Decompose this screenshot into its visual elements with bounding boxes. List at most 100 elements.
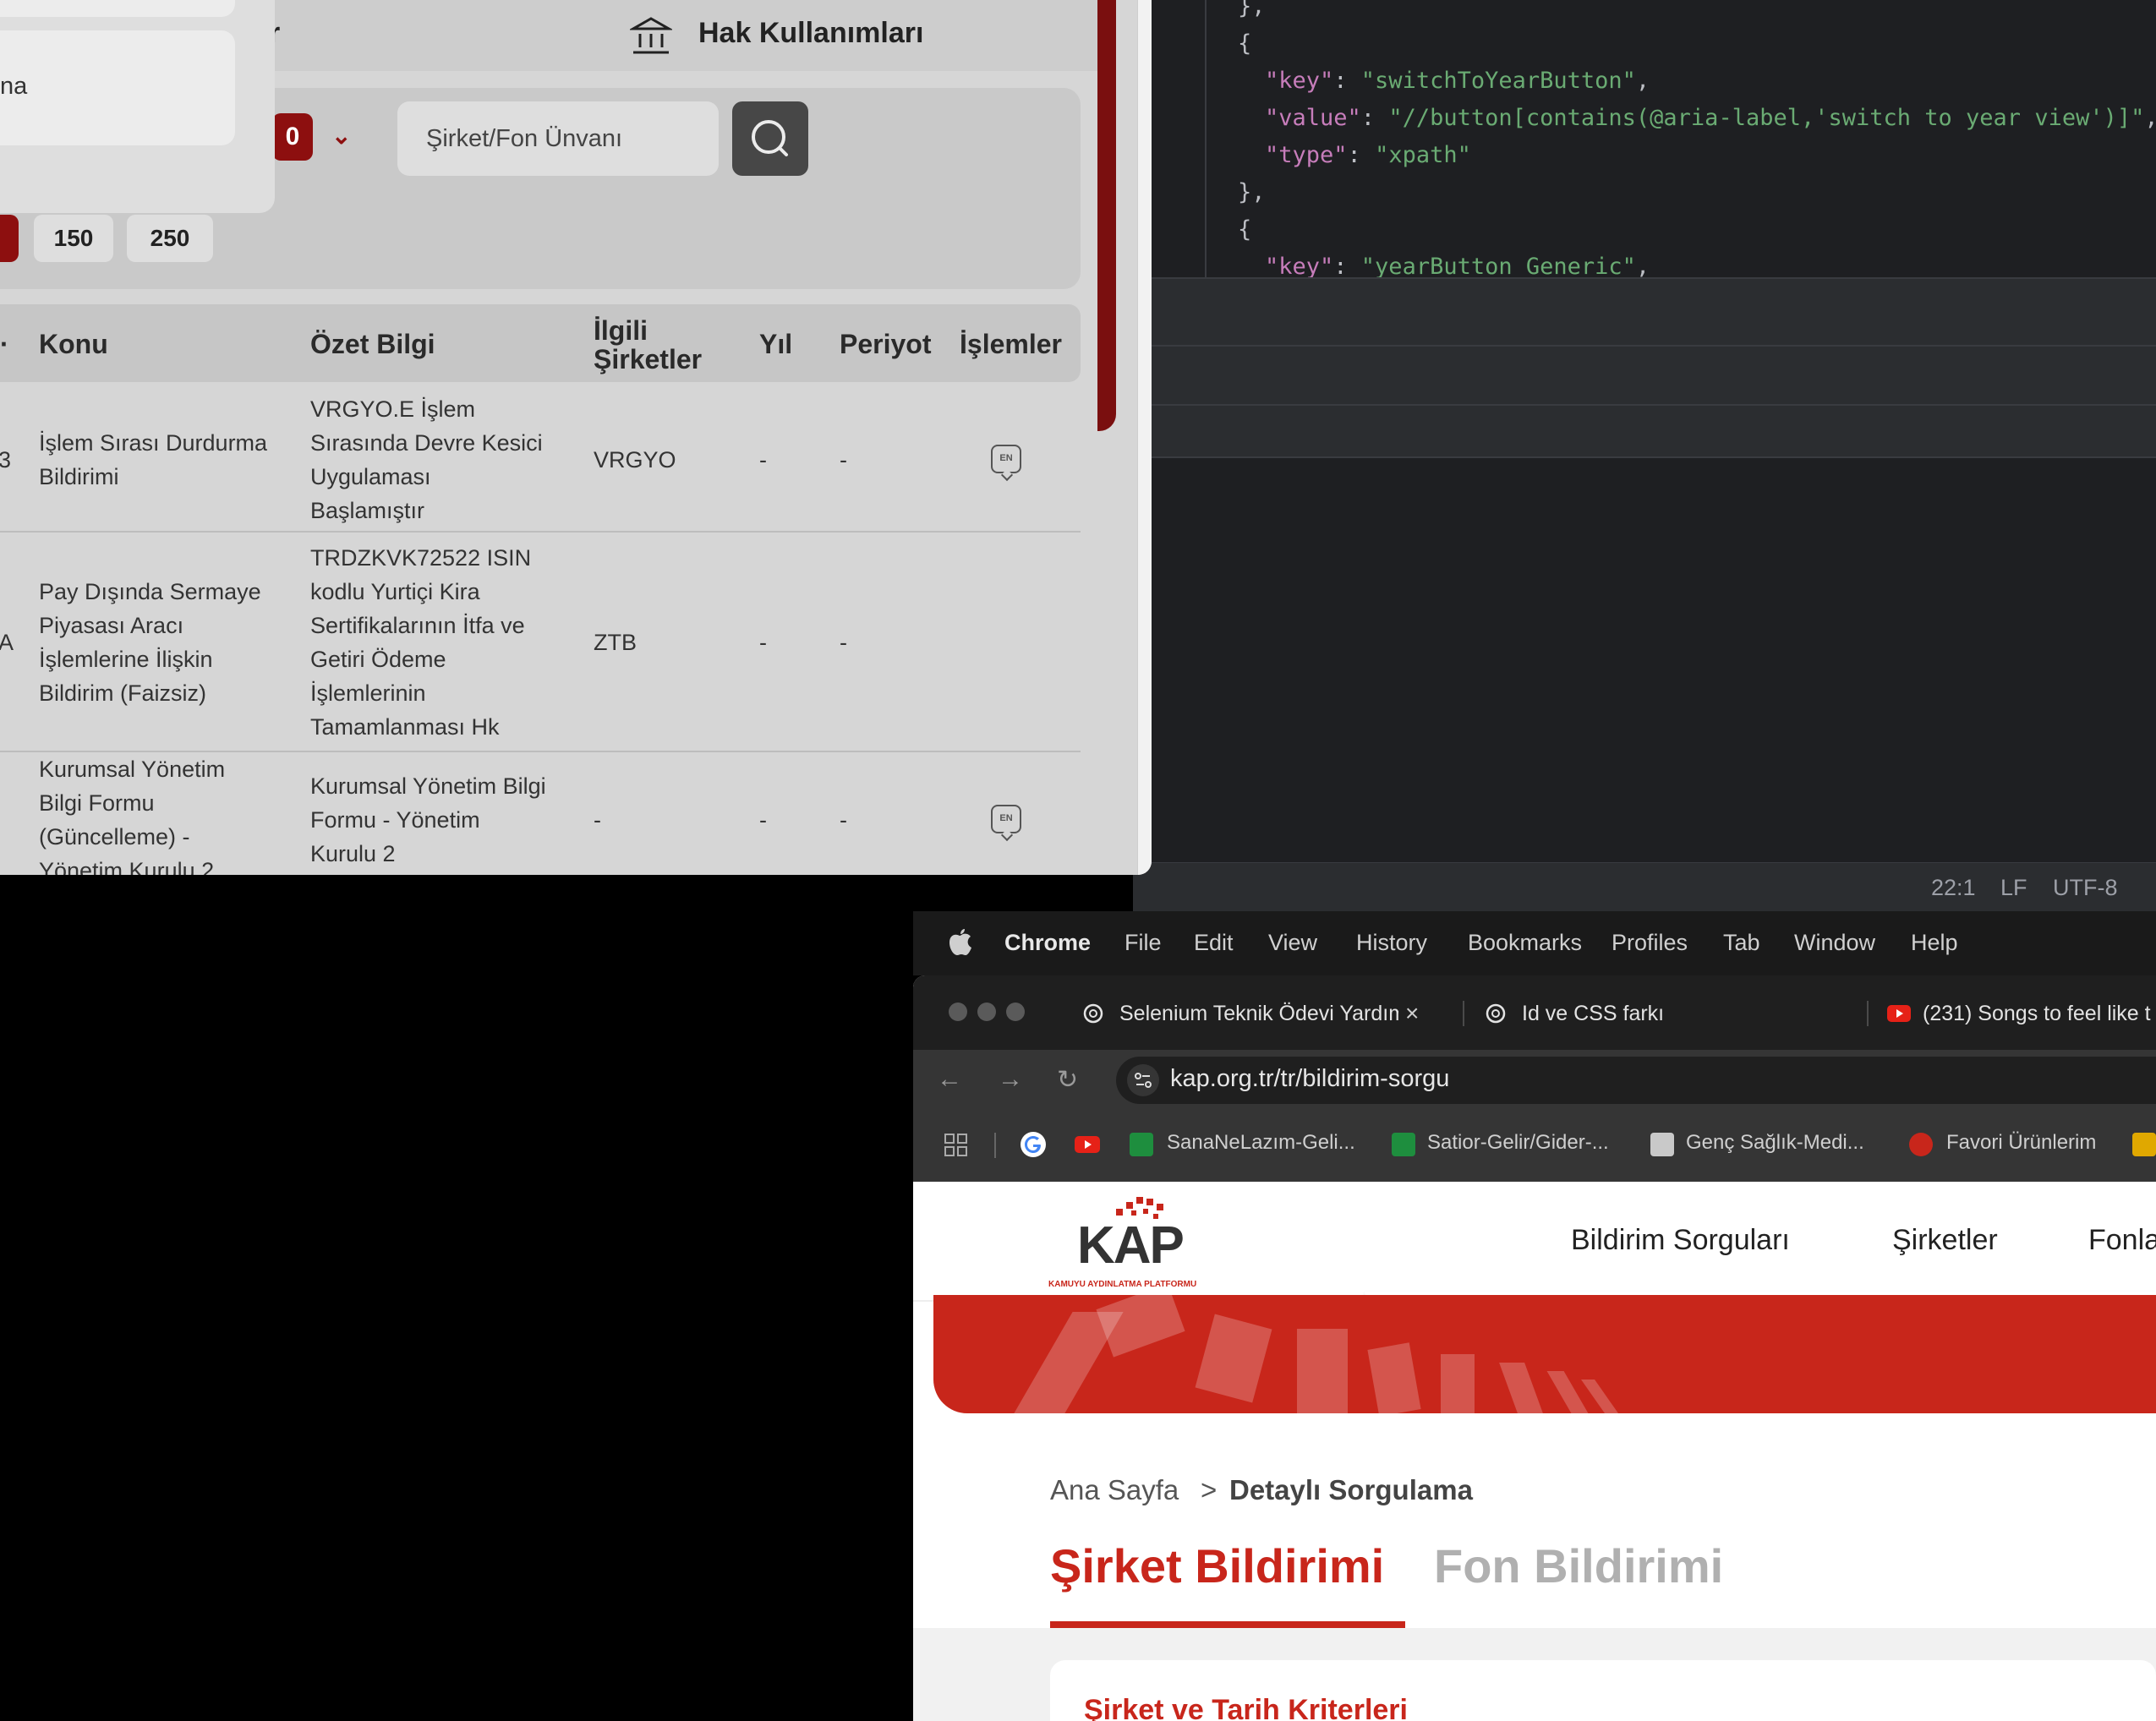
tab-hak-kullanimlari[interactable]: Hak Kullanımları — [698, 17, 923, 50]
bookmark-item[interactable]: SanaNeLazım-Geli... — [1167, 1131, 1355, 1155]
hero-shape — [1297, 1329, 1348, 1413]
kap-background-window: r Hak Kullanımları 0 ⌄ Şirket/Fon Ünvanı — [0, 0, 1152, 875]
minimize-window-button[interactable] — [977, 1003, 996, 1021]
bookmark-separator — [994, 1133, 996, 1158]
back-icon[interactable]: ← — [937, 1065, 962, 1094]
apple-icon[interactable] — [947, 928, 972, 957]
menu-window[interactable]: Window — [1794, 930, 1875, 956]
col-konu[interactable]: Konu — [39, 330, 108, 358]
search-button[interactable] — [732, 101, 808, 176]
row-company[interactable]: ZTB — [594, 626, 637, 659]
row-cell-fragment: A — [0, 630, 14, 655]
hero-shape — [1367, 1342, 1421, 1413]
close-tab-icon[interactable]: × — [1405, 987, 1419, 1040]
tab-sirket-bildirimi[interactable]: Şirket Bildirimi — [1050, 1538, 1384, 1593]
tab-separator — [1867, 1001, 1869, 1026]
chatgpt-icon — [1486, 1003, 1506, 1024]
menu-profiles[interactable]: Profiles — [1612, 930, 1688, 956]
nav-fonlar[interactable]: Fonla — [2088, 1224, 2156, 1257]
bookmark-item[interactable]: Genç Sağlık-Medi... — [1686, 1131, 1864, 1155]
code-line[interactable]: "type": "xpath" — [1265, 137, 1471, 174]
col-periyot[interactable]: Periyot — [840, 330, 931, 358]
company-search-input[interactable]: Şirket/Fon Ünvanı — [397, 101, 719, 176]
code-line[interactable]: }, — [1238, 0, 1266, 25]
cursor-position[interactable]: 22:1 — [1931, 875, 1976, 901]
row-company[interactable]: - — [594, 803, 601, 837]
col-ilgili-sirketler[interactable]: İlgili Şirketler — [594, 316, 729, 374]
row-konu[interactable]: Pay Dışında Sermaye — [39, 575, 261, 609]
english-version-icon[interactable]: EN — [991, 805, 1021, 833]
page-size-250[interactable]: 250 — [127, 215, 213, 262]
col-ozet-bilgi[interactable]: Özet Bilgi — [310, 330, 435, 358]
tab-id-css[interactable]: Id ve CSS farkı × — [1485, 987, 1907, 1040]
decorative-red-strip — [1097, 0, 1116, 431]
browser-toolbar: ← → ↻ kap.org.tr/tr/bildirim-sorgu — [913, 1050, 2156, 1111]
row-year: - — [759, 807, 767, 833]
tab-selenium[interactable]: Selenium Teknik Ödevi Yardım × — [1082, 987, 1437, 1040]
row-konu[interactable]: Piyasası Aracı — [39, 609, 183, 642]
page-size-selected[interactable] — [0, 215, 19, 262]
page-size-150[interactable]: 150 — [34, 215, 113, 262]
popup-item[interactable]: na — [0, 30, 235, 145]
row-company[interactable]: VRGYO — [594, 443, 676, 477]
nav-bildirim-sorgulari[interactable]: Bildirim Sorguları — [1571, 1224, 1790, 1257]
row-ozet: TRDZKVK72522 ISIN — [310, 545, 532, 571]
col-yil[interactable]: Yıl — [759, 330, 792, 358]
row-konu[interactable]: Kurumsal Yönetim — [39, 752, 225, 786]
row-konu[interactable]: (Güncelleme) - — [39, 820, 190, 854]
menu-tab[interactable]: Tab — [1723, 930, 1760, 956]
code-line[interactable]: }, — [1238, 174, 1266, 211]
url-text[interactable]: kap.org.tr/tr/bildirim-sorgu — [1170, 1065, 1449, 1093]
col-islemler: İşlemler — [960, 329, 1062, 359]
code-line[interactable]: "key": "yearButton Generic", — [1265, 249, 1650, 277]
menu-edit[interactable]: Edit — [1194, 930, 1234, 956]
row-konu[interactable]: Yönetim Kurulu 2 — [39, 854, 214, 875]
hero-shape — [1096, 1295, 1185, 1358]
menu-file[interactable]: File — [1125, 930, 1162, 956]
hero-shape — [1195, 1314, 1272, 1403]
row-konu[interactable]: Bildirim (Faizsiz) — [39, 676, 206, 710]
nav-sirketler[interactable]: Şirketler — [1892, 1224, 1998, 1257]
google-icon[interactable] — [1020, 1131, 1047, 1158]
code-line[interactable]: "value": "//button[contains(@aria-label,… — [1265, 100, 2156, 137]
section-title: Şirket ve Tarih Kriterleri — [1084, 1694, 1408, 1721]
menu-history[interactable]: History — [1356, 930, 1427, 956]
menu-bookmarks[interactable]: Bookmarks — [1468, 930, 1582, 956]
kap-logo[interactable]: KAP KAMUYU AYDINLATMA PLATFORMU — [1048, 1190, 1226, 1292]
select-value[interactable]: 0 — [272, 113, 313, 161]
row-konu[interactable]: Bilgi Formu — [39, 786, 155, 820]
row-ozet: Başlamıştır — [310, 498, 425, 523]
scrollbar[interactable] — [1137, 0, 1152, 875]
apps-grid-icon[interactable] — [944, 1133, 969, 1158]
address-bar[interactable]: kap.org.tr/tr/bildirim-sorgu — [1116, 1057, 2156, 1104]
file-encoding[interactable]: UTF-8 — [2053, 875, 2118, 901]
zoom-window-button[interactable] — [1006, 1003, 1025, 1021]
row-konu[interactable]: İşlem Sırası Durdurma — [39, 426, 267, 460]
chevron-down-icon[interactable]: ⌄ — [331, 122, 351, 150]
code-area[interactable]: },{"key": "switchToYearButton", "value": … — [1133, 0, 2156, 277]
bookmark-item[interactable]: Favori Ürünlerim — [1946, 1131, 2096, 1155]
indent-guide — [1205, 0, 1207, 277]
bookmark-item[interactable]: Satior-Gelir/Gider-... — [1427, 1131, 1609, 1155]
popup-item[interactable] — [0, 0, 235, 17]
row-period: - — [840, 447, 847, 473]
code-line[interactable]: "key": "switchToYearButton", — [1265, 63, 1650, 100]
site-settings-icon[interactable] — [1126, 1063, 1160, 1097]
breadcrumb-home[interactable]: Ana Sayfa — [1050, 1474, 1179, 1506]
english-version-icon[interactable]: EN — [991, 445, 1021, 473]
forward-icon[interactable]: → — [998, 1065, 1023, 1094]
row-konu[interactable]: Bildirimi — [39, 460, 119, 494]
tab-youtube[interactable]: (231) Songs to feel like t — [1885, 987, 2156, 1040]
close-window-button[interactable] — [949, 1003, 967, 1021]
menu-help[interactable]: Help — [1911, 930, 1958, 956]
youtube-icon[interactable] — [1074, 1133, 1101, 1156]
tab-fon-bildirimi[interactable]: Fon Bildirimi — [1434, 1538, 1723, 1593]
menu-view[interactable]: View — [1268, 930, 1317, 956]
code-line[interactable]: { — [1238, 25, 1251, 63]
line-ending[interactable]: LF — [2000, 875, 2027, 901]
menu-chrome[interactable]: Chrome — [1004, 930, 1091, 956]
code-line[interactable]: { — [1238, 211, 1251, 249]
row-konu[interactable]: İşlemlerine İlişkin — [39, 642, 213, 676]
row-ozet: kodlu Yurtiçi Kira — [310, 579, 480, 604]
reload-icon[interactable]: ↻ — [1057, 1065, 1078, 1095]
